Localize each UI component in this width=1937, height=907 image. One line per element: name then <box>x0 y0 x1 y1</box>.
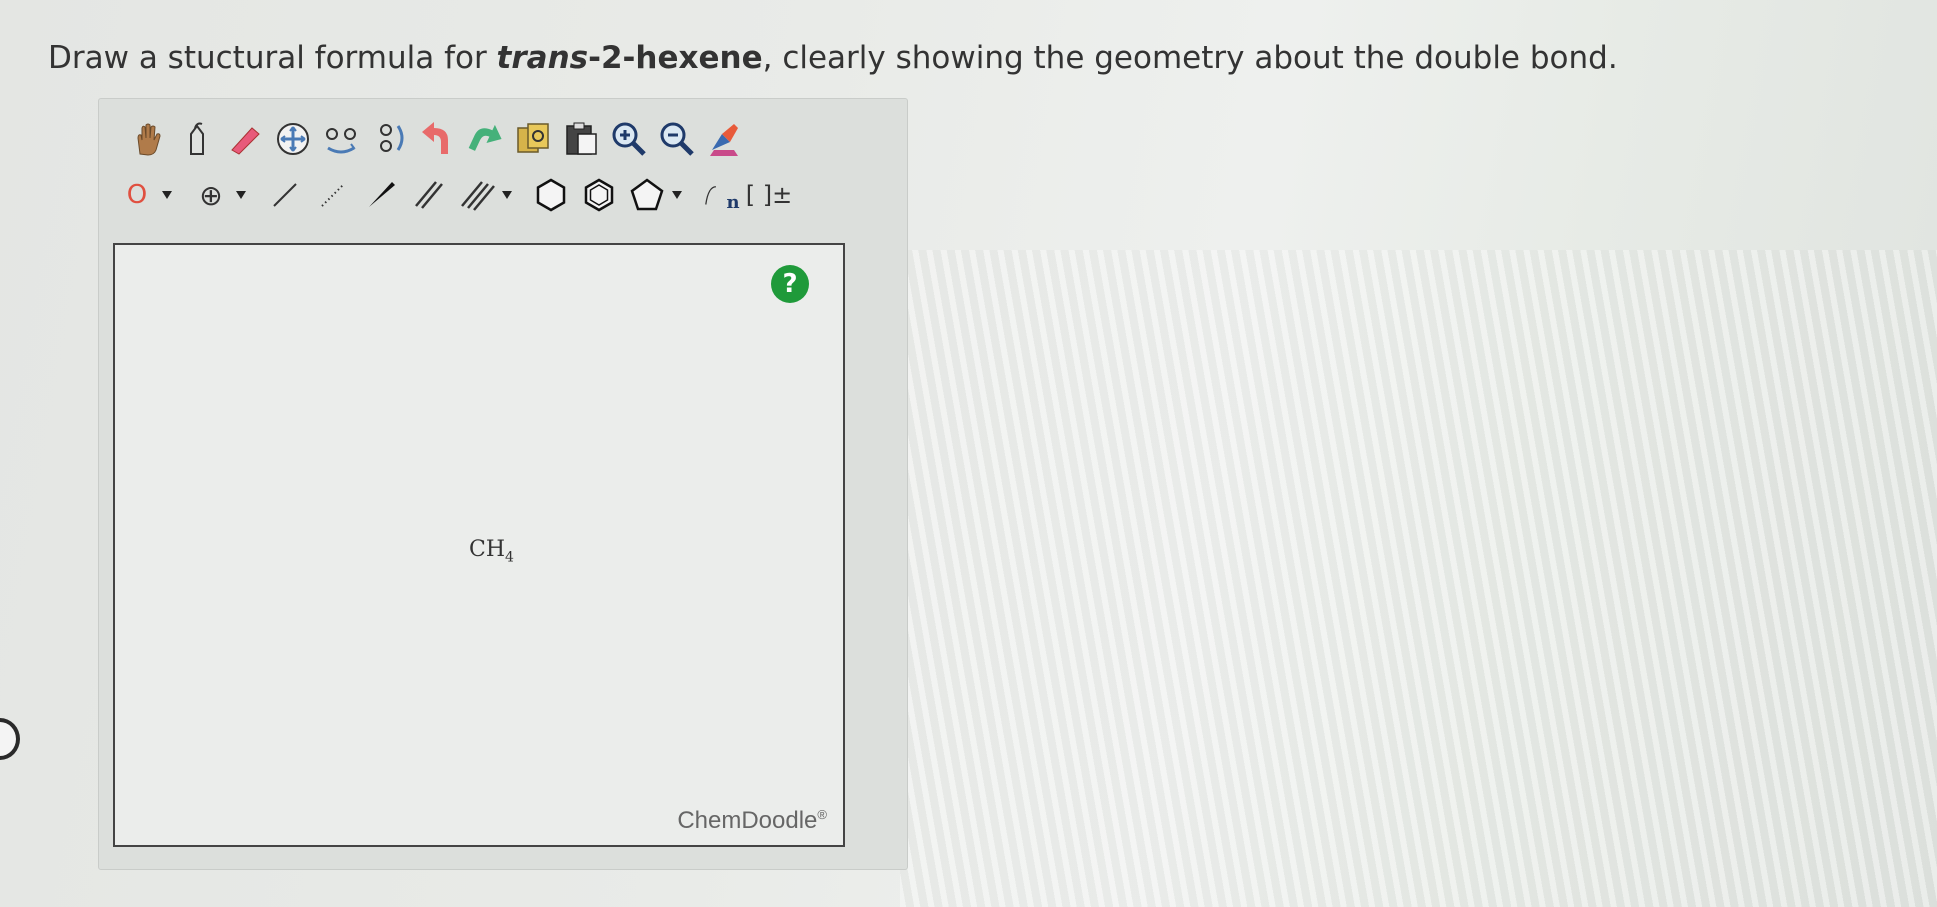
chemdoodle-brand: ChemDoodle® <box>677 807 827 834</box>
flip-vertical-button[interactable] <box>367 114 411 164</box>
zoom-out-icon <box>660 122 694 156</box>
triple-bond-icon <box>461 181 495 211</box>
chevron-down-icon <box>672 191 682 199</box>
double-bond-button[interactable] <box>407 170 451 220</box>
help-button[interactable]: ? <box>771 265 809 303</box>
paste-icon <box>566 122 597 155</box>
redo-button[interactable] <box>463 114 507 164</box>
clean-icon <box>710 124 738 156</box>
wedge-bond-icon <box>369 182 395 207</box>
charge-dropdown-caret[interactable] <box>233 170 249 220</box>
benzene-button[interactable] <box>577 170 621 220</box>
charge-button[interactable]: ⊕ <box>189 170 233 220</box>
protruding-bond-button[interactable] <box>359 170 403 220</box>
zoom-in-button[interactable] <box>607 114 651 164</box>
drawing-canvas[interactable]: ? CH4 ChemDoodle® <box>113 243 845 847</box>
atom-label: O <box>126 180 148 210</box>
flip-horizontal-button[interactable] <box>319 114 363 164</box>
help-icon: ? <box>782 269 798 299</box>
flip-vertical-icon <box>380 124 404 152</box>
center-icon <box>277 123 309 155</box>
copy-icon <box>517 123 549 153</box>
recessed-bond-button[interactable] <box>311 170 355 220</box>
undo-button[interactable] <box>415 114 459 164</box>
atom-o-button[interactable]: O <box>115 170 159 220</box>
bond-dropdown-caret[interactable] <box>499 170 515 220</box>
molecule-label[interactable]: CH4 <box>469 537 514 565</box>
repeat-unit-icon <box>705 186 717 205</box>
cyclohexane-button[interactable] <box>529 170 573 220</box>
atom-dropdown-caret[interactable] <box>159 170 175 220</box>
double-bond-icon <box>415 181 443 209</box>
repeat-unit-label: n <box>726 191 740 213</box>
side-radio-button[interactable] <box>0 718 20 760</box>
repeat-unit-button[interactable]: n <box>699 170 743 220</box>
chevron-down-icon <box>162 191 172 199</box>
ring-dropdown-caret[interactable] <box>669 170 685 220</box>
lasso-icon <box>190 122 204 155</box>
charge-icon: ⊕ <box>199 178 223 212</box>
hexagon-ring-icon <box>536 178 566 212</box>
zoom-out-button[interactable] <box>655 114 699 164</box>
clean-button[interactable] <box>703 114 747 164</box>
recessed-bond-icon <box>321 183 345 207</box>
background-stripes <box>900 250 1937 907</box>
chemdoodle-widget: O ⊕ n []± ? CH4 ChemDoodle® <box>98 98 908 870</box>
triple-bond-button[interactable] <box>455 170 499 220</box>
benzene-ring-icon <box>584 178 614 212</box>
pentagon-ring-icon <box>630 178 664 211</box>
undo-icon <box>422 122 448 154</box>
brackets-button[interactable]: [ ]± <box>745 170 793 220</box>
zoom-in-icon <box>612 122 646 156</box>
copy-button[interactable] <box>511 114 555 164</box>
toolbar-top <box>127 111 751 167</box>
eraser-button[interactable] <box>223 114 267 164</box>
toolbar-bottom: O ⊕ n []± <box>115 167 795 223</box>
brackets-icon: [ ]± <box>745 181 793 209</box>
redo-icon <box>468 124 502 151</box>
center-button[interactable] <box>271 114 315 164</box>
eraser-icon <box>231 127 260 155</box>
chevron-down-icon <box>502 191 512 199</box>
hand-icon <box>137 123 161 156</box>
flip-horizontal-icon <box>326 128 356 154</box>
chevron-down-icon <box>236 191 246 199</box>
cyclopentane-button[interactable] <box>625 170 669 220</box>
paste-button[interactable] <box>559 114 603 164</box>
question-text: Draw a stuctural formula for trans-2-hex… <box>48 40 1618 76</box>
hand-button[interactable] <box>127 114 171 164</box>
single-bond-button[interactable] <box>263 170 307 220</box>
single-bond-icon <box>273 183 297 207</box>
lasso-button[interactable] <box>175 114 219 164</box>
